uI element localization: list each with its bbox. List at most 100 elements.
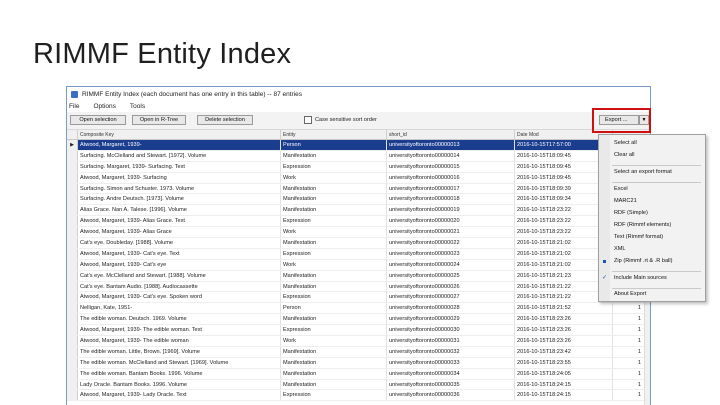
cell-entity: Manifestation (280, 270, 387, 282)
table-row[interactable]: Atwood, Margaret, 1939- Alias Grace Work u… (67, 226, 645, 239)
row-selector[interactable] (67, 357, 78, 369)
table-row[interactable]: Surfacing. Andre Deutsch. [1973]. Volume… (67, 193, 645, 206)
cell-entity: Expression (280, 248, 387, 260)
table-row[interactable]: Cat's eye. McClelland and Stewart. [1988… (67, 270, 645, 282)
table-row[interactable]: Alias Grace. Nan A. Talese. [1996]. Volu… (67, 204, 645, 217)
delete-selection-button[interactable]: Delete selection (197, 115, 253, 125)
menu-file[interactable]: File (69, 103, 79, 110)
row-selector[interactable] (67, 226, 78, 239)
open-selection-button[interactable]: Open selection (70, 115, 126, 125)
row-selector[interactable] (67, 215, 78, 228)
cell-count: 1 (612, 379, 645, 391)
row-selector[interactable] (67, 183, 78, 195)
cell-date-mod: 2016-10-15T18:24:05 (514, 368, 613, 380)
menu-item-rdf-simple[interactable]: RDF (Simple) (614, 210, 648, 216)
row-selector[interactable]: ▶ (67, 139, 78, 151)
table-row[interactable]: Lady Oracle. Bantam Books. 1996. Volume M… (67, 379, 645, 391)
row-selector[interactable] (67, 237, 78, 249)
header-short-id[interactable]: short_id (386, 130, 515, 140)
row-selector[interactable] (67, 302, 78, 315)
cell-count: 1 (612, 302, 645, 315)
menu-separator (612, 182, 701, 183)
cell-short-id: universityoftoronto00000025 (386, 270, 515, 282)
menu-item-marc21[interactable]: MARC21 (614, 198, 637, 204)
menu-item-text[interactable]: Text (Rimmf format) (614, 234, 663, 240)
cell-composite-key: Surfacing. Simon and Schuster. 1973. Vol… (77, 183, 281, 195)
menu-item-about-export[interactable]: About Export (614, 291, 646, 297)
table-row[interactable]: Cat's eye. Bantam Audio. [1988]. Audioca… (67, 281, 645, 293)
table-row[interactable]: Nelligan, Kate, 1951- Person universityoft… (67, 302, 645, 315)
table-row[interactable]: Atwood, Margaret, 1939- Surfacing Work uni… (67, 172, 645, 184)
menu-item-include-main-sources[interactable]: Include Main sources (614, 275, 667, 281)
table-row[interactable]: Surfacing. McClelland and Stewart. [1972… (67, 150, 645, 162)
row-selector[interactable] (67, 270, 78, 282)
menu-options[interactable]: Options (93, 103, 115, 110)
menu-item-rdf-rimmf[interactable]: RDF (Rimmf elements) (614, 222, 671, 228)
cell-short-id: universityoftoronto00000027 (386, 291, 515, 304)
table-row[interactable]: The edible woman. Deutsch. 1969. Volume M… (67, 313, 645, 326)
cell-short-id: universityoftoronto00000022 (386, 237, 515, 249)
cell-entity: Manifestation (280, 193, 387, 206)
row-selector[interactable] (67, 161, 78, 173)
cell-short-id: universityoftoronto00000026 (386, 281, 515, 293)
cell-date-mod: 2016-10-15T18:23:42 (514, 346, 613, 358)
table-row[interactable]: Atwood, Margaret, 1939- The edible woman… (67, 335, 645, 347)
table-row[interactable]: Surfacing. Simon and Schuster. 1973. Vol… (67, 183, 645, 195)
table-row[interactable]: ▶ Atwood, Margaret, 1939- Person university… (67, 139, 645, 151)
cell-composite-key: The edible woman. Deutsch. 1969. Volume (77, 313, 281, 326)
checkbox-box[interactable] (304, 116, 312, 124)
cell-entity: Work (280, 226, 387, 239)
cell-entity: Manifestation (280, 346, 387, 358)
table-body: ▶ Atwood, Margaret, 1939- Person university… (67, 139, 645, 402)
menubar: File Options Tools (67, 101, 650, 112)
cell-entity: Manifestation (280, 379, 387, 391)
row-selector[interactable] (67, 291, 78, 304)
menu-tools[interactable]: Tools (130, 103, 145, 110)
case-sensitive-checkbox[interactable]: Case sensitive sort order (304, 116, 377, 124)
table-row[interactable]: The edible woman. Bantam Books. 1996. Vo… (67, 368, 645, 380)
table-row[interactable]: Atwood, Margaret, 1939- Cat's eye. Spoke… (67, 291, 645, 304)
header-entity[interactable]: Entity (280, 130, 387, 140)
table-row[interactable]: Cat's eye. Doubleday. [1988]. Volume Mani… (67, 237, 645, 249)
menu-item-clear-all[interactable]: Clear all (614, 152, 635, 158)
open-in-rtree-button[interactable]: Open in R-Tree (132, 115, 186, 125)
cell-composite-key: Atwood, Margaret, 1939- Lady Oracle. Tex… (77, 389, 281, 402)
table-row[interactable]: Atwood, Margaret, 1939- Cat's eye Work uni… (67, 259, 645, 271)
app-icon (71, 90, 78, 98)
cell-short-id: universityoftoronto00000032 (386, 346, 515, 358)
export-menu: Select all Clear all Select an export fo… (598, 134, 706, 302)
row-selector[interactable] (67, 248, 78, 260)
cell-composite-key: The edible woman. Bantam Books. 1996. Vo… (77, 368, 281, 380)
menu-item-xml[interactable]: XML (614, 246, 626, 252)
row-selector[interactable] (67, 313, 78, 326)
row-selector[interactable] (67, 193, 78, 206)
table-row[interactable]: Surfacing. Margaret, 1939- Surfacing. Te… (67, 161, 645, 173)
cell-entity: Expression (280, 161, 387, 173)
row-selector[interactable] (67, 335, 78, 347)
row-selector[interactable] (67, 368, 78, 380)
menu-item-select-all[interactable]: Select all (614, 140, 637, 146)
row-selector[interactable] (67, 172, 78, 184)
row-selector[interactable] (67, 259, 78, 271)
row-selector[interactable] (67, 346, 78, 358)
table-row[interactable]: The edible woman. Little, Brown. [1969].… (67, 346, 645, 358)
table-row[interactable]: Atwood, Margaret, 1939- The edible woman… (67, 324, 645, 337)
table-row[interactable]: The edible woman. McClelland and Stewart… (67, 357, 645, 369)
cell-short-id: universityoftoronto00000034 (386, 368, 515, 380)
menu-item-zip[interactable]: Zip (Rimmf .rt & .R ball) (614, 258, 672, 264)
table-row[interactable]: Atwood, Margaret, 1939- Cat's eye. Text E… (67, 248, 645, 260)
row-selector[interactable] (67, 389, 78, 402)
current-row-arrow-icon: ▶ (70, 141, 74, 148)
row-selector[interactable] (67, 150, 78, 162)
row-selector[interactable] (67, 324, 78, 337)
row-selector[interactable] (67, 281, 78, 293)
table-row[interactable]: Atwood, Margaret, 1939- Lady Oracle. Tex… (67, 389, 645, 402)
header-composite-key[interactable]: Composite Key (77, 130, 281, 140)
cell-entity: Manifestation (280, 204, 387, 217)
menu-item-excel[interactable]: Excel (614, 186, 628, 192)
row-selector[interactable] (67, 204, 78, 217)
slide-title: RIMMF Entity Index (33, 38, 292, 70)
radio-dot-icon (601, 258, 608, 265)
table-row[interactable]: Atwood, Margaret, 1939- Alias Grace. Tex… (67, 215, 645, 228)
row-selector[interactable] (67, 379, 78, 391)
